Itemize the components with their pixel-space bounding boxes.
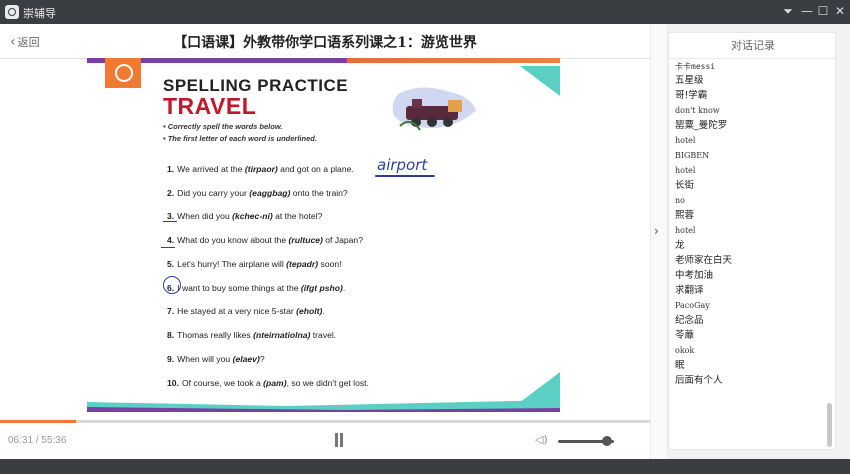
chat-message: hotel [669,163,829,178]
pause-button[interactable] [333,433,345,447]
chat-message-text: hotel [675,136,696,145]
chat-message-text: 龙 [675,240,685,251]
chat-message: 熙蓉 [669,208,829,223]
chat-message-text: 眠 [675,360,685,371]
chat-message-text: PacoGay [675,301,710,310]
chat-message: 苓蘼 [669,328,829,343]
chat-message-text: 熙蓉 [675,210,695,221]
chat-message-text: 求翻译 [675,285,704,296]
question-2: 2. Did you carry your (eaggbag) onto the … [167,188,348,198]
question-4: 4. What do you know about the (rultuce) o… [167,235,363,245]
player-controls: 06:31 / 55:36 ◁) [0,423,650,459]
app-name: 崇辅导 [23,7,56,20]
chat-message: 眠 [669,358,829,373]
chat-message: 卡卡messi 五星级 [669,61,829,88]
slide-logo-icon [105,58,141,88]
chat-message-text: 中考加油 [675,270,714,281]
chat-message-text: 五星级 [675,75,704,86]
chat-message-text: don't know [675,106,720,115]
chat-message-text: hotel [675,166,696,175]
chevron-right-icon: › [654,224,659,238]
question-1: 1. We arrived at the (tirpaor) and got on… [167,164,354,174]
chat-message-text: 后面有个人 [675,375,723,386]
chat-message: 后面有个人 [669,373,829,388]
close-button[interactable]: ✕ [832,3,848,19]
pen-mark [163,221,177,223]
title-bar: 崇辅导 ⏷ — ☐ ✕ [0,0,850,24]
slide-subheading: TRAVEL [163,93,257,119]
chat-panel: 对话记录 卡卡messi 五星级哥!学霸 don't know 罂粟_曼陀罗hotel… [668,32,836,450]
chat-message: 长街 [669,178,829,193]
app-logo-icon [5,5,19,19]
lesson-title: 【口语课】外教带你学口语系列课之1：游览世界 [173,35,477,51]
maximize-button[interactable]: ☐ [815,3,831,19]
chat-message: 罂粟_曼陀罗 [669,118,829,133]
chat-message-text: hotel [675,226,696,235]
chat-message-text: 纪念品 [675,315,704,326]
chat-list[interactable]: 卡卡messi 五星级哥!学霸 don't know 罂粟_曼陀罗hotel BIGBE… [669,61,829,388]
chat-message: hotel [669,223,829,238]
chat-message-text: 老师家在白天 [675,255,733,266]
chat-message: 哥!学霸 [669,88,829,103]
chat-message: don't know [669,103,829,118]
chat-message-text: 长街 [675,180,695,191]
chat-username: 卡卡messi [675,62,716,71]
chat-message-text: no [675,196,685,205]
slide-top-stripe [87,58,560,63]
chat-scrollbar[interactable] [827,403,832,447]
question-7: 7. He stayed at a very nice 5-star (eholt… [167,306,325,316]
chat-message: PacoGay [669,298,829,313]
chat-message: 纪念品 [669,313,829,328]
chat-message-text: BIGBEN [675,151,710,160]
chat-message: no [669,193,829,208]
slide-note: Correctly spell the words below. [163,122,283,131]
bottom-bar [0,459,850,474]
question-3: 3. When did you (kchec-ni) at the hotel? [167,211,323,221]
chat-panel-title: 对话记录 [669,33,835,59]
lesson-header: ‹ 返回 【口语课】外教带你学口语系列课之1：游览世界 [0,24,650,59]
chat-message-text: okok [675,346,695,355]
question-5: 5. Let's hurry! The airplane will (tepadr… [167,259,342,269]
question-10: 10. Of course, we took a (pam), so we did… [167,378,369,388]
chat-message: 龙 [669,238,829,253]
slide-bottom-stripe [87,400,560,412]
chat-sidebar: 对话记录 卡卡messi 五星级哥!学霸 don't know 罂粟_曼陀罗hotel… [666,24,850,459]
chat-message: BIGBEN [669,148,829,163]
chat-message-text: 罂粟_曼陀罗 [675,120,728,131]
handwritten-underline [375,175,435,177]
slide-corner-decoration [520,66,560,96]
chat-message-text: 哥!学霸 [675,90,708,101]
chat-message: 中考加油 [669,268,829,283]
question-8: 8. Thomas really likes (nteirnatiolna) tr… [167,330,337,340]
volume-slider-handle[interactable] [601,436,612,446]
chat-message: 求翻译 [669,283,829,298]
slide-note: The first letter of each word is underli… [163,134,317,143]
lesson-slide: SPELLING PRACTICE TRAVEL Correctly spell… [87,58,560,412]
question-9: 9. When will you (elaev)? [167,354,265,364]
volume-icon[interactable]: ◁) [535,433,553,447]
minimize-button[interactable]: — [799,3,815,19]
handwritten-answer: airport [377,156,428,174]
train-illustration-icon [392,87,476,131]
menu-dropdown-icon[interactable]: ⏷ [780,3,796,19]
playback-time: 06:31 / 55:36 [8,435,67,446]
pen-mark [161,247,175,249]
chat-message: 老师家在白天 [669,253,829,268]
chat-panel-toggle[interactable]: › [650,24,666,459]
chat-message-text: 苓蘼 [675,330,695,341]
question-6: 6. I want to buy some things at the (ifgt… [167,283,346,293]
chat-message: okok [669,343,829,358]
chat-message: hotel [669,133,829,148]
